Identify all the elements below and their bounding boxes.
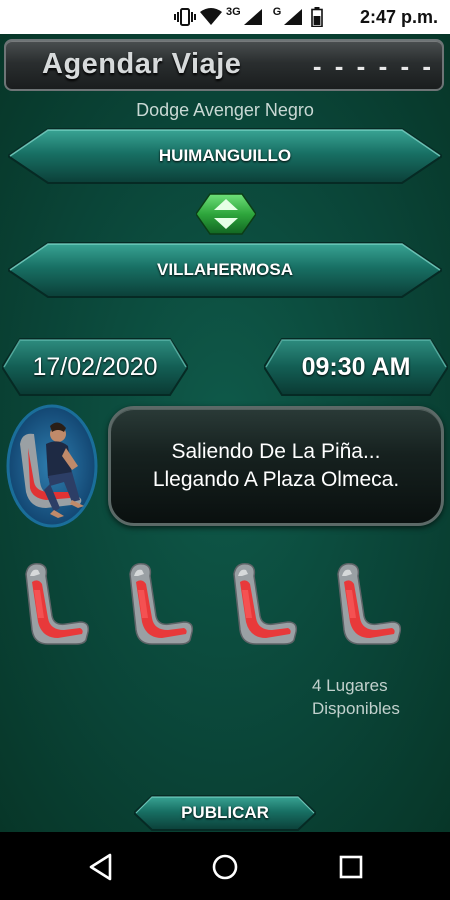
trip-status-line-1: Saliendo De La Piña... bbox=[171, 440, 381, 463]
signal-icon bbox=[243, 9, 262, 25]
origin-button[interactable]: HUIMANGUILLO bbox=[8, 126, 442, 186]
date-value: 17/02/2020 bbox=[32, 352, 158, 381]
origin-label: HUIMANGUILLO bbox=[158, 146, 292, 165]
publish-label: PUBLICAR bbox=[181, 803, 269, 822]
swap-route-button[interactable] bbox=[195, 192, 257, 236]
vibrate-icon bbox=[174, 8, 196, 26]
system-nav-bar bbox=[0, 832, 450, 900]
page-title: Agendar Viaje bbox=[42, 48, 242, 80]
time-picker[interactable]: 09:30 AM bbox=[264, 336, 448, 398]
back-icon[interactable] bbox=[86, 852, 116, 882]
status-icons: 3G G bbox=[174, 6, 324, 27]
destination-label: VILLAHERMOSA bbox=[157, 260, 293, 279]
trip-status-box: Saliendo De La Piña... Llegando A Plaza … bbox=[108, 406, 444, 526]
battery-icon bbox=[311, 7, 324, 27]
home-icon[interactable] bbox=[210, 852, 240, 882]
app-screen: Agendar Viaje - - - - - - Dodge Avenger … bbox=[0, 34, 450, 832]
network-type-2: G bbox=[272, 6, 282, 18]
trip-status-line-2: Llegando A Plaza Olmeca. bbox=[152, 468, 400, 491]
seated-person-icon bbox=[6, 404, 98, 528]
title-bar: Agendar Viaje - - - - - - bbox=[4, 39, 444, 91]
status-bar: 3G G 2:47 p.m. bbox=[0, 0, 450, 34]
publish-button[interactable]: PUBLICAR bbox=[134, 794, 316, 832]
signal-icon bbox=[284, 9, 303, 25]
time-value: 09:30 AM bbox=[301, 352, 411, 381]
date-picker[interactable]: 17/02/2020 bbox=[2, 336, 188, 398]
seat-icon[interactable] bbox=[330, 560, 404, 646]
available-count: 4 Lugares bbox=[312, 676, 388, 695]
network-type-1: 3G bbox=[226, 6, 241, 18]
seat-icon[interactable] bbox=[226, 560, 300, 646]
available-seats-label: 4 Lugares Disponibles bbox=[312, 674, 400, 720]
seat-icon[interactable] bbox=[18, 560, 92, 646]
destination-button[interactable]: VILLAHERMOSA bbox=[8, 240, 442, 300]
driver-avatar[interactable] bbox=[6, 404, 98, 528]
menu-button[interactable]: - - - - - - bbox=[313, 51, 434, 82]
wifi-icon bbox=[200, 8, 222, 25]
available-text: Disponibles bbox=[312, 699, 400, 718]
swap-arrows-icon bbox=[195, 193, 257, 235]
recents-icon[interactable] bbox=[336, 852, 366, 882]
seat-icon[interactable] bbox=[122, 560, 196, 646]
vehicle-label: Dodge Avenger Negro bbox=[136, 100, 314, 120]
status-time: 2:47 p.m. bbox=[359, 7, 438, 27]
